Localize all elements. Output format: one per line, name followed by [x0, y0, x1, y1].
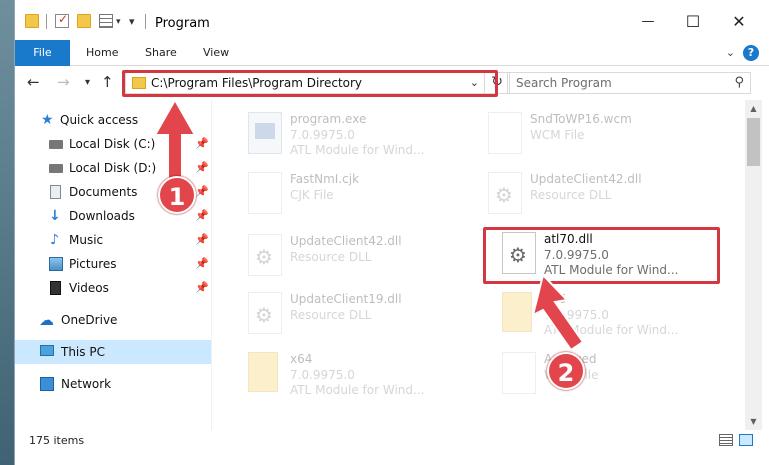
- explorer-window: ▾ ▾ Program — ☐ ✕ File Home Share View ⌄…: [14, 0, 769, 465]
- step-1-badge: 1: [158, 176, 196, 214]
- arrow-2-icon: [531, 273, 585, 352]
- annotation-arrows: [153, 97, 585, 352]
- step-2-badge: 2: [547, 352, 585, 390]
- desktop-background: [0, 0, 14, 465]
